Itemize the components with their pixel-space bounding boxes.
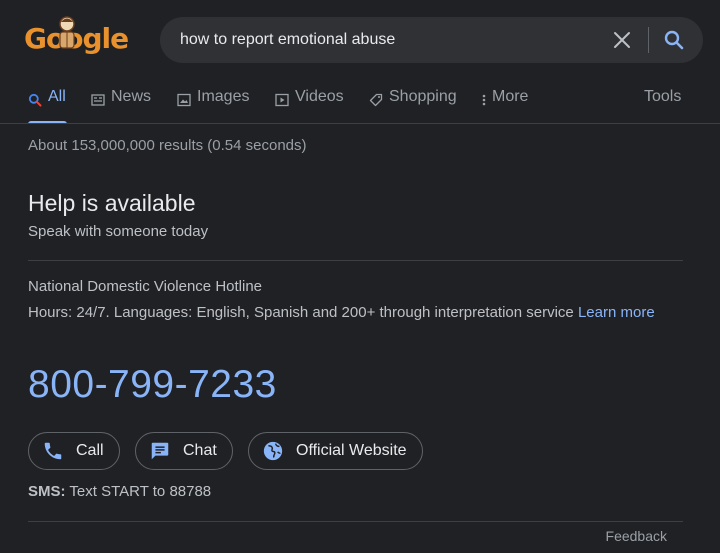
globe-icon — [263, 441, 283, 461]
search-tabs: All News Images Videos Shopping More Too… — [28, 88, 688, 124]
chat-label: Chat — [183, 442, 217, 459]
tab-videos[interactable]: Videos — [275, 88, 344, 124]
doodle-figure-icon — [59, 16, 75, 49]
search-box — [160, 17, 703, 63]
chat-icon — [151, 442, 169, 460]
tab-more[interactable]: More — [480, 88, 528, 124]
news-icon — [91, 94, 105, 106]
call-button[interactable]: Call — [28, 432, 120, 470]
tab-label: Images — [197, 88, 250, 105]
footer-divider — [28, 521, 683, 522]
official-website-label: Official Website — [296, 442, 407, 459]
images-icon — [177, 93, 191, 107]
tab-label: News — [111, 88, 152, 105]
tools-label: Tools — [644, 88, 682, 105]
videos-icon — [275, 93, 289, 107]
tab-label: All — [48, 88, 66, 105]
hotline-name: National Domestic Violence Hotline — [28, 278, 263, 295]
clear-icon[interactable] — [612, 30, 632, 50]
tab-shopping[interactable]: Shopping — [369, 88, 457, 124]
sms-info: SMS: Text START to 88788 — [28, 483, 211, 500]
tab-label: Shopping — [389, 88, 457, 105]
search-icon — [28, 93, 42, 107]
tab-label: Videos — [295, 88, 344, 105]
hotline-phone-number[interactable]: 800-799-7233 — [28, 363, 277, 407]
more-vert-icon — [482, 94, 486, 106]
hotline-hours: Hours: 24/7. Languages: English, Spanish… — [28, 302, 678, 323]
call-label: Call — [76, 442, 104, 459]
search-divider — [648, 27, 649, 53]
tools-button[interactable]: Tools — [644, 88, 681, 124]
chat-button[interactable]: Chat — [135, 432, 233, 470]
tab-all[interactable]: All — [28, 88, 66, 124]
google-doodle-logo[interactable]: Google — [0, 0, 130, 80]
learn-more-link[interactable]: Learn more — [578, 304, 655, 321]
official-website-button[interactable]: Official Website — [248, 432, 423, 470]
phone-icon — [44, 442, 62, 460]
help-panel-title: Help is available — [28, 190, 196, 216]
feedback-link[interactable]: Feedback — [606, 528, 667, 544]
tab-label: More — [492, 88, 529, 105]
help-panel-divider — [28, 260, 683, 261]
search-input[interactable] — [180, 17, 600, 63]
sms-label: SMS: — [28, 483, 66, 500]
help-panel-subtitle: Speak with someone today — [28, 223, 209, 240]
sms-text: Text START to 88788 — [69, 483, 212, 500]
hours-text: Hours: 24/7. Languages: English, Spanish… — [28, 304, 574, 321]
tab-news[interactable]: News — [91, 88, 151, 124]
search-icon[interactable] — [662, 28, 686, 52]
shopping-tag-icon — [369, 93, 383, 107]
tabs-divider — [0, 123, 720, 124]
tab-images[interactable]: Images — [177, 88, 249, 124]
result-stats: About 153,000,000 results (0.54 seconds) — [28, 137, 307, 154]
